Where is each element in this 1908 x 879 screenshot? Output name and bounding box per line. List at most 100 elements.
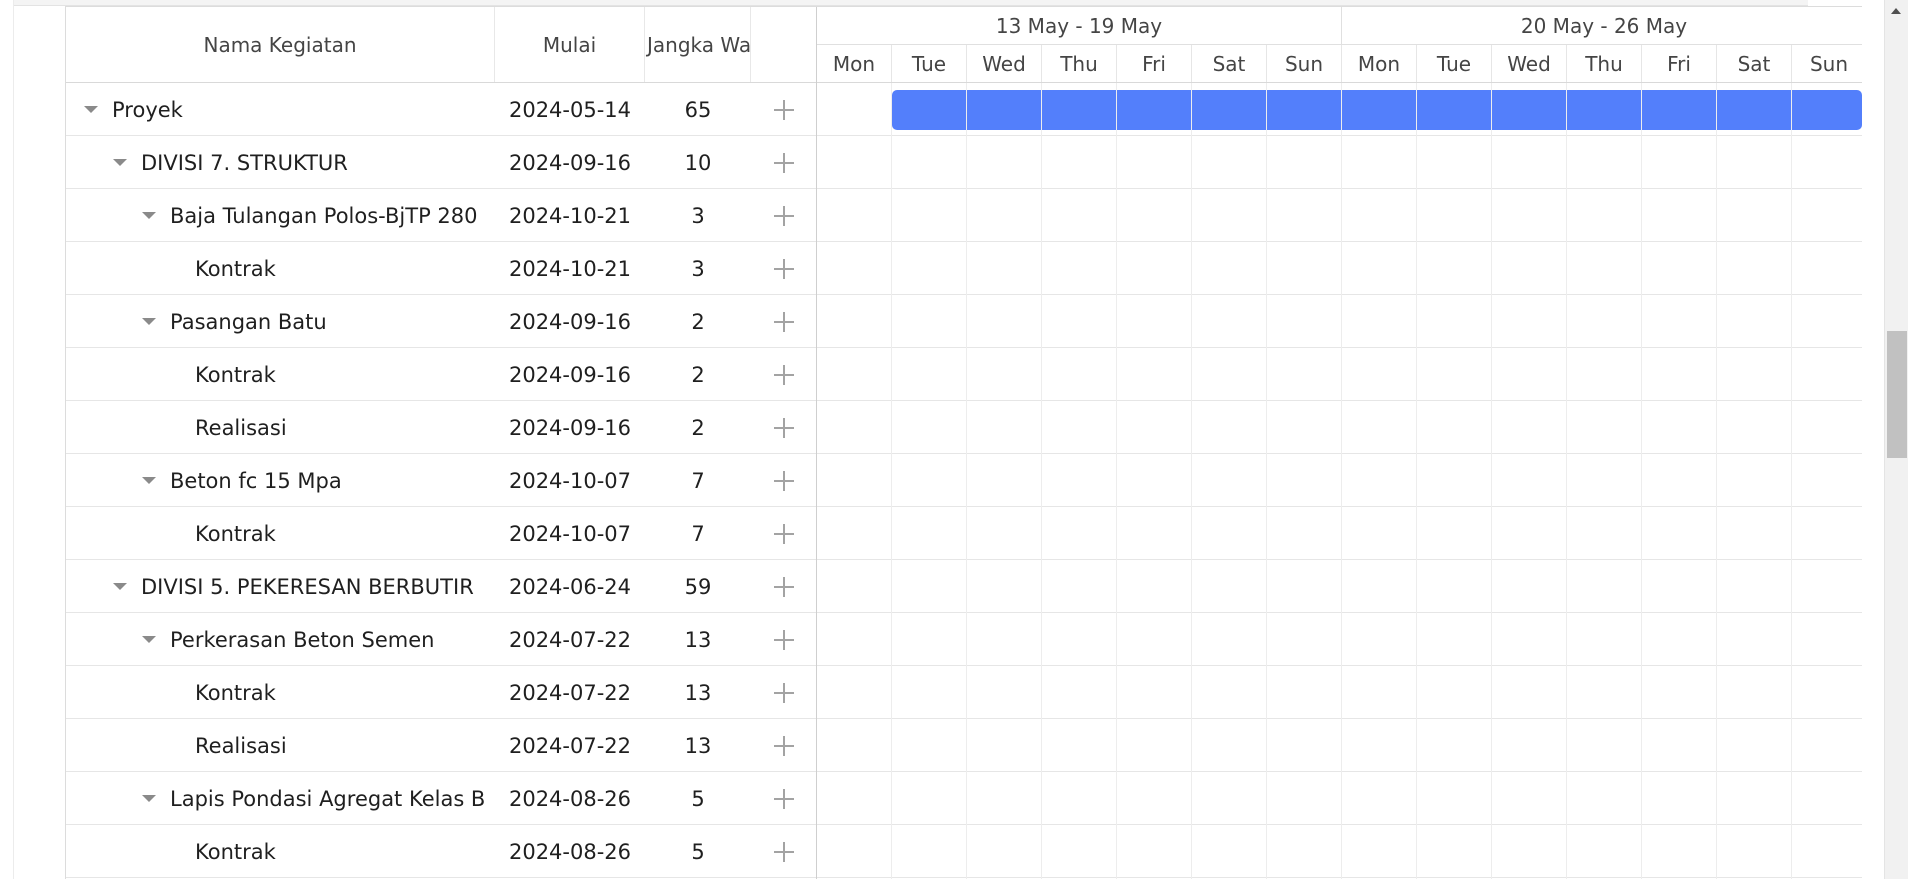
task-name-cell: DIVISI 7. STRUKTUR (66, 136, 542, 189)
task-name: Kontrak (195, 521, 276, 546)
task-row[interactable]: Realisasi 2024-09-16 2 (66, 401, 816, 454)
timeline-day-label: Wed (967, 45, 1042, 82)
column-header-start[interactable]: Mulai (495, 7, 645, 82)
task-row[interactable]: Baja Tulangan Polos-BjTP 280 2024-10-21 3 (66, 189, 816, 242)
timeline-week-label: 13 May - 19 May (817, 7, 1342, 44)
task-name: Kontrak (195, 362, 276, 387)
gantt-chart: Nama Kegiatan Mulai Jangka Wa Proyek 2024… (65, 6, 1862, 879)
task-name-cell: DIVISI 5. PEKERESAN BERBUTIR (66, 560, 542, 613)
timeline-week-scale: 13 May - 19 May 20 May - 26 May (817, 7, 1862, 45)
task-row[interactable]: Realisasi 2024-07-22 13 (66, 719, 816, 772)
task-row[interactable]: Pasangan Batu 2024-09-16 2 (66, 295, 816, 348)
add-task-plus-icon[interactable] (773, 682, 794, 703)
task-name: Lapis Pondasi Agregat Kelas B (170, 786, 486, 811)
grid-body: Proyek 2024-05-14 65 DIVISI 7. STRUKTUR 2024… (66, 83, 816, 878)
task-name: Realisasi (195, 733, 287, 758)
timeline-grid-line (1491, 83, 1492, 879)
timeline-grid-line (1791, 83, 1792, 879)
task-name: Perkerasan Beton Semen (170, 627, 435, 652)
collapse-caret-icon[interactable] (142, 318, 156, 325)
timeline-day-label: Fri (1642, 45, 1717, 82)
task-start: 2024-07-22 (508, 733, 632, 758)
add-task-cell (751, 772, 816, 825)
add-task-plus-icon[interactable] (773, 205, 794, 226)
add-task-plus-icon[interactable] (773, 629, 794, 650)
task-start: 2024-08-26 (508, 786, 632, 811)
collapse-caret-icon[interactable] (142, 212, 156, 219)
task-start: 2024-07-22 (508, 627, 632, 652)
task-row[interactable]: Perkerasan Beton Semen 2024-07-22 13 (66, 613, 816, 666)
task-duration: 2 (691, 309, 705, 334)
collapse-caret-icon[interactable] (113, 583, 127, 590)
task-start: 2024-05-14 (508, 97, 632, 122)
task-row[interactable]: Proyek 2024-05-14 65 (66, 83, 816, 136)
timeline-grid-line (1416, 83, 1417, 879)
timeline-day-label: Mon (1342, 45, 1417, 82)
add-task-plus-icon[interactable] (773, 258, 794, 279)
add-task-plus-icon[interactable] (773, 311, 794, 332)
timeline-row (817, 242, 1862, 295)
task-name: DIVISI 5. PEKERESAN BERBUTIR (141, 574, 474, 599)
task-row[interactable]: Kontrak 2024-10-07 7 (66, 507, 816, 560)
timeline-row (817, 189, 1862, 242)
scrollbar-thumb[interactable] (1887, 331, 1907, 458)
add-task-plus-icon[interactable] (773, 152, 794, 173)
timeline-grid-line (1116, 83, 1117, 879)
task-row[interactable]: Kontrak 2024-08-26 5 (66, 825, 816, 878)
task-row[interactable]: DIVISI 7. STRUKTUR 2024-09-16 10 (66, 136, 816, 189)
column-header-name[interactable]: Nama Kegiatan (66, 7, 495, 82)
task-start: 2024-10-21 (508, 203, 632, 228)
add-task-cell (751, 242, 816, 295)
task-start: 2024-09-16 (508, 309, 632, 334)
task-row[interactable]: Lapis Pondasi Agregat Kelas B 2024-08-26 5 (66, 772, 816, 825)
timeline-day-label: Sun (1267, 45, 1342, 82)
collapse-caret-icon[interactable] (142, 477, 156, 484)
add-task-plus-icon[interactable] (773, 735, 794, 756)
timeline-row (817, 454, 1862, 507)
timeline-grid-line (1566, 83, 1567, 879)
task-grid: Nama Kegiatan Mulai Jangka Wa Proyek 2024… (66, 7, 817, 879)
timeline-day-label: Sat (1192, 45, 1267, 82)
add-task-cell (751, 83, 816, 136)
task-row[interactable]: Kontrak 2024-10-21 3 (66, 242, 816, 295)
task-duration: 7 (691, 521, 705, 546)
task-name-cell: Proyek (66, 83, 513, 136)
task-duration: 59 (684, 574, 712, 599)
timeline-grid-line (1191, 83, 1192, 879)
vertical-scrollbar[interactable] (1884, 0, 1908, 879)
add-task-plus-icon[interactable] (773, 841, 794, 862)
timeline-grid-line (1041, 83, 1042, 879)
task-start: 2024-09-16 (508, 415, 632, 440)
collapse-caret-icon[interactable] (142, 636, 156, 643)
task-row[interactable]: Kontrak 2024-07-22 13 (66, 666, 816, 719)
add-task-plus-icon[interactable] (773, 99, 794, 120)
task-name: Proyek (112, 97, 183, 122)
collapse-caret-icon[interactable] (142, 795, 156, 802)
right-margin (1862, 6, 1884, 879)
grid-header: Nama Kegiatan Mulai Jangka Wa (66, 7, 816, 83)
timeline-day-label: Sun (1792, 45, 1862, 82)
add-task-cell (751, 613, 816, 666)
add-task-plus-icon[interactable] (773, 788, 794, 809)
add-task-plus-icon[interactable] (773, 523, 794, 544)
add-task-plus-icon[interactable] (773, 364, 794, 385)
add-task-plus-icon[interactable] (773, 470, 794, 491)
collapse-caret-icon[interactable] (113, 159, 127, 166)
add-task-cell (751, 189, 816, 242)
task-row[interactable]: DIVISI 5. PEKERESAN BERBUTIR 2024-06-24 59 (66, 560, 816, 613)
add-task-cell (751, 348, 816, 401)
task-start: 2024-09-16 (508, 150, 632, 175)
task-name: Baja Tulangan Polos-BjTP 280 (170, 203, 478, 228)
add-task-plus-icon[interactable] (773, 417, 794, 438)
add-task-cell (751, 295, 816, 348)
timeline-row (817, 507, 1862, 560)
collapse-caret-icon[interactable] (84, 106, 98, 113)
task-row[interactable]: Beton fc 15 Mpa 2024-10-07 7 (66, 454, 816, 507)
task-row[interactable]: Kontrak 2024-09-16 2 (66, 348, 816, 401)
task-start: 2024-10-07 (508, 521, 632, 546)
timeline-day-label: Tue (892, 45, 967, 82)
task-duration: 10 (684, 150, 712, 175)
add-task-plus-icon[interactable] (773, 576, 794, 597)
scroll-up-arrow-icon[interactable] (1891, 8, 1901, 14)
column-header-duration[interactable]: Jangka Wa (645, 7, 751, 82)
